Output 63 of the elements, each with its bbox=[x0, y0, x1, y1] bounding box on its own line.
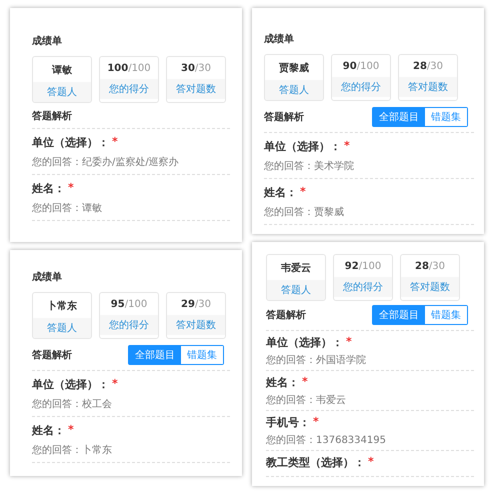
required-mark: * bbox=[112, 135, 118, 150]
required-mark: * bbox=[313, 415, 319, 430]
filter-tab[interactable]: 全部题目 bbox=[373, 306, 425, 324]
stat-value: 92/100 bbox=[344, 260, 382, 274]
required-mark: * bbox=[300, 185, 306, 200]
question-label: 单位（选择）： bbox=[32, 135, 109, 150]
stat-value: 100/100 bbox=[106, 62, 152, 76]
question-label: 姓名： bbox=[32, 181, 65, 196]
answer-text: 您的回答：贾黎威 bbox=[264, 206, 345, 219]
answer-text: 您的回答：卜常东 bbox=[32, 444, 113, 457]
stat-value: 28/30 bbox=[412, 60, 444, 74]
section-title: 答题解析 bbox=[264, 110, 304, 124]
answer-text: 您的回答：13768334195 bbox=[266, 434, 387, 447]
answer-text: 您的回答：美术学院 bbox=[264, 160, 355, 173]
stat-value: 95/100 bbox=[110, 298, 148, 312]
question-label: 姓名： bbox=[266, 375, 299, 390]
answer-text: 您的回答：谭敏 bbox=[32, 202, 103, 215]
required-mark: * bbox=[368, 455, 374, 470]
stat-label: 答题人 bbox=[33, 318, 91, 338]
panel-title: 成绩单 bbox=[264, 32, 295, 46]
stat-label: 您的得分 bbox=[100, 315, 158, 335]
filter-tab[interactable]: 全部题目 bbox=[373, 108, 425, 126]
required-mark: * bbox=[344, 139, 350, 154]
stat-value: 贾黎威 bbox=[278, 62, 310, 76]
question-label: 单位（选择）： bbox=[266, 335, 343, 350]
answer-text: 您的回答：外国语学院 bbox=[266, 354, 367, 367]
stat-label: 答对题数 bbox=[399, 77, 457, 97]
question-label: 单位（选择）： bbox=[32, 377, 109, 392]
stat-label: 答对题数 bbox=[401, 277, 459, 297]
question-label: 姓名： bbox=[32, 423, 65, 438]
answer-text: 您的回答：纪委办/监察处/巡察办 bbox=[32, 156, 180, 169]
question-label: 手机号： bbox=[266, 415, 310, 430]
stat-value: 卜常东 bbox=[46, 299, 78, 314]
stat-value: 30/30 bbox=[180, 62, 212, 76]
stat-value: 28/30 bbox=[414, 260, 446, 274]
panel-title: 成绩单 bbox=[32, 270, 63, 284]
stat-label: 您的得分 bbox=[100, 79, 158, 99]
stat-value: 韦爱云 bbox=[280, 262, 312, 276]
required-mark: * bbox=[68, 181, 74, 196]
stat-label: 答对题数 bbox=[167, 315, 225, 335]
answer-text: 您的回答：校工会 bbox=[32, 398, 113, 411]
answer-text: 您的回答：韦爱云 bbox=[266, 394, 347, 407]
stat-label: 答题人 bbox=[265, 80, 323, 100]
question-label: 教工类型（选择）： bbox=[266, 455, 365, 470]
required-mark: * bbox=[302, 375, 308, 390]
required-mark: * bbox=[346, 335, 352, 350]
required-mark: * bbox=[112, 377, 118, 392]
stat-value: 90/100 bbox=[342, 60, 380, 74]
stat-label: 答题人 bbox=[267, 280, 325, 300]
stat-label: 答对题数 bbox=[167, 79, 225, 99]
stat-label: 您的得分 bbox=[334, 277, 392, 297]
filter-tab[interactable]: 全部题目 bbox=[129, 346, 181, 364]
stat-label: 答题人 bbox=[33, 82, 91, 102]
stat-value: 29/30 bbox=[180, 298, 212, 312]
panel-title: 成绩单 bbox=[32, 34, 63, 48]
section-title: 答题解析 bbox=[32, 110, 72, 123]
stat-value: 谭敏 bbox=[50, 64, 73, 78]
required-mark: * bbox=[68, 423, 74, 438]
question-label: 单位（选择）： bbox=[264, 139, 341, 154]
section-title: 答题解析 bbox=[32, 348, 72, 362]
section-title: 答题解析 bbox=[266, 308, 306, 322]
question-label: 姓名： bbox=[264, 185, 297, 200]
stat-label: 您的得分 bbox=[332, 77, 390, 97]
